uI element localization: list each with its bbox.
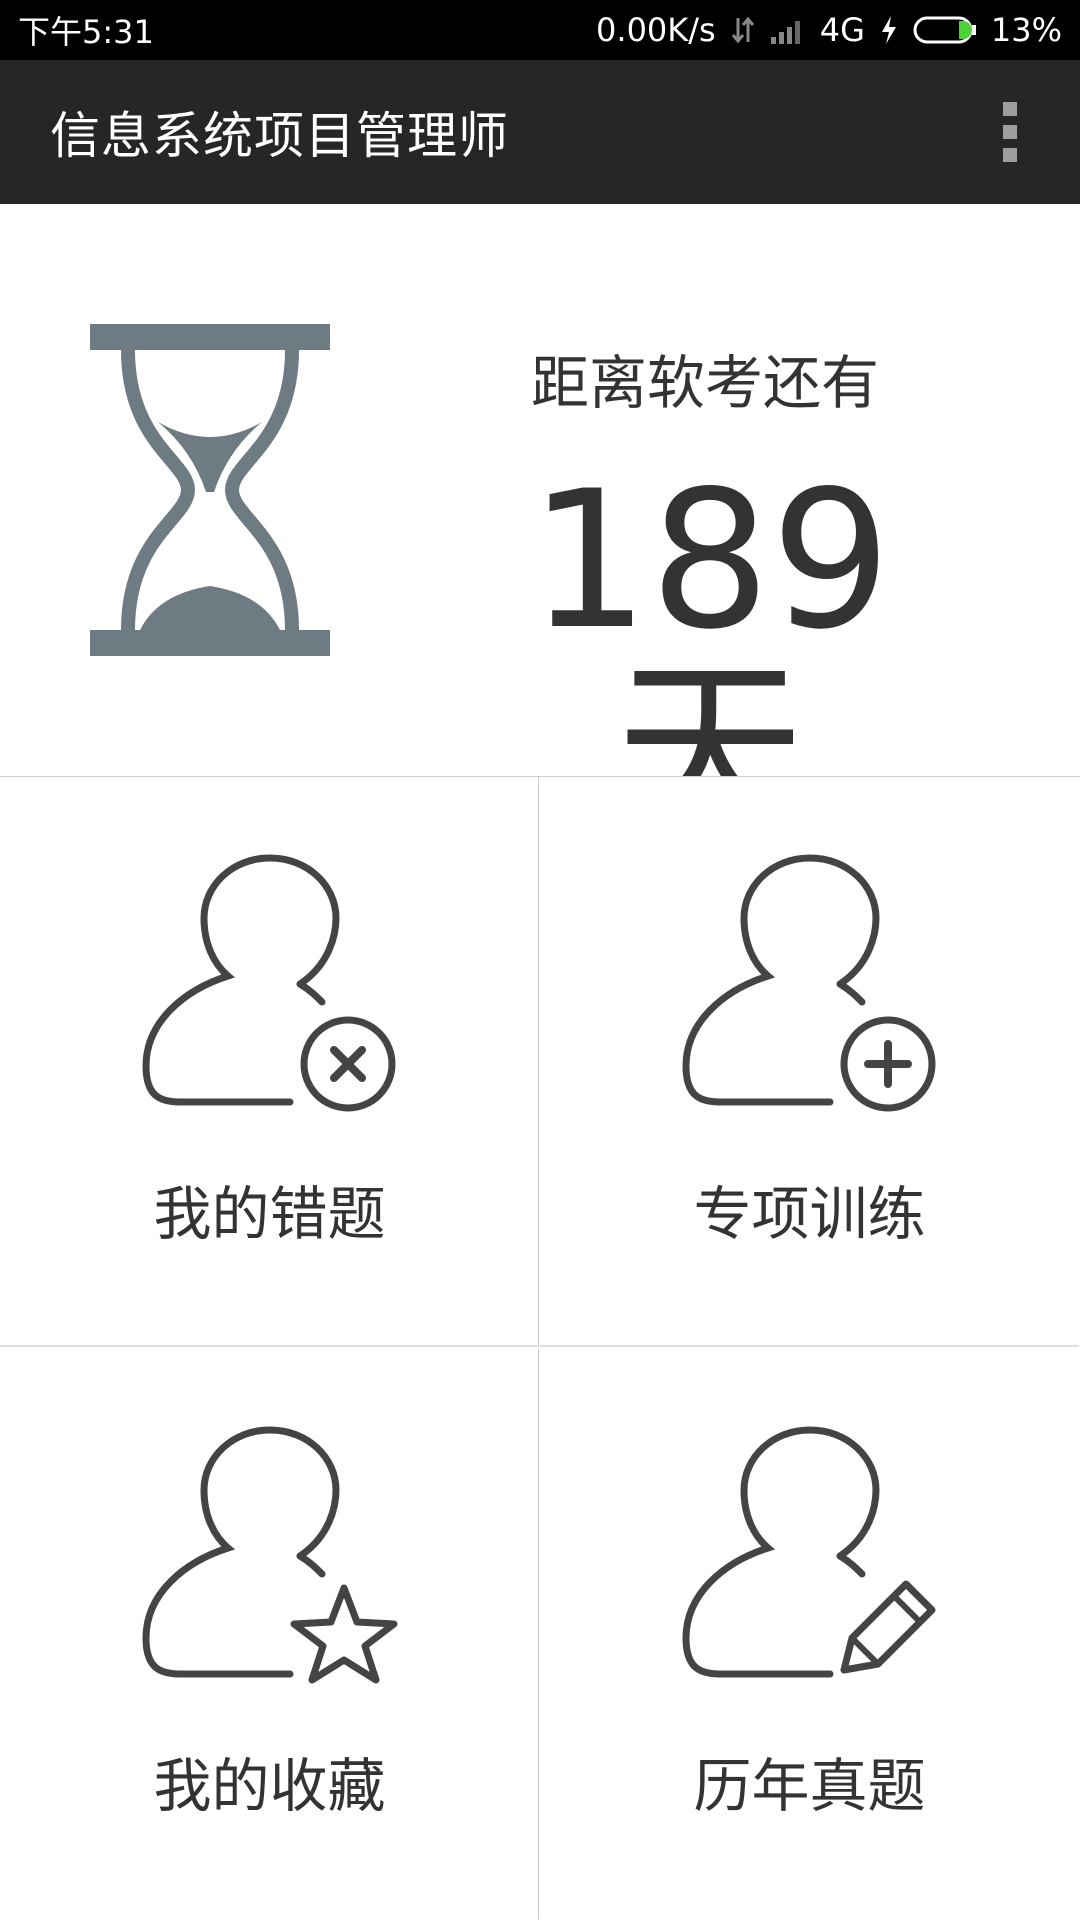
signal-icon bbox=[770, 15, 806, 45]
user-add-icon bbox=[682, 854, 936, 1112]
user-remove-icon bbox=[142, 854, 396, 1112]
status-time: 下午5:31 bbox=[18, 13, 154, 51]
countdown-label: 距离软考还有 bbox=[530, 349, 879, 417]
menu-item-label: 我的错题 bbox=[153, 1180, 386, 1248]
user-edit-icon bbox=[682, 1426, 936, 1678]
overflow-menu-button[interactable] bbox=[980, 92, 1040, 172]
menu-grid: 我的错题 专项训练 我的收藏 历年真题 bbox=[0, 776, 1080, 1921]
hourglass-icon bbox=[90, 324, 330, 656]
charging-icon bbox=[879, 14, 899, 46]
user-star-icon bbox=[142, 1426, 398, 1684]
app-bar: 信息系统项目管理师 bbox=[0, 60, 1080, 204]
network-speed: 0.00K/s bbox=[596, 11, 716, 49]
battery-level: 13% bbox=[990, 11, 1062, 49]
app-title: 信息系统项目管理师 bbox=[50, 107, 509, 165]
menu-item-label: 专项训练 bbox=[693, 1180, 926, 1248]
menu-item-label: 历年真题 bbox=[693, 1752, 926, 1820]
exam-countdown: 距离软考还有 189天 bbox=[0, 204, 1080, 846]
network-type: 4G bbox=[819, 11, 865, 49]
menu-item-special-training[interactable]: 专项训练 bbox=[540, 777, 1079, 1347]
menu-item-label: 我的收藏 bbox=[153, 1752, 386, 1820]
status-bar: 下午5:31 0.00K/s 4G 13% bbox=[0, 0, 1080, 60]
more-vertical-icon bbox=[1003, 102, 1017, 162]
menu-item-favorites[interactable]: 我的收藏 bbox=[0, 1349, 539, 1919]
menu-item-past-exams[interactable]: 历年真题 bbox=[540, 1349, 1079, 1919]
data-transfer-icon bbox=[730, 14, 756, 46]
battery-icon bbox=[913, 15, 977, 45]
menu-item-wrong-questions[interactable]: 我的错题 bbox=[0, 777, 539, 1347]
